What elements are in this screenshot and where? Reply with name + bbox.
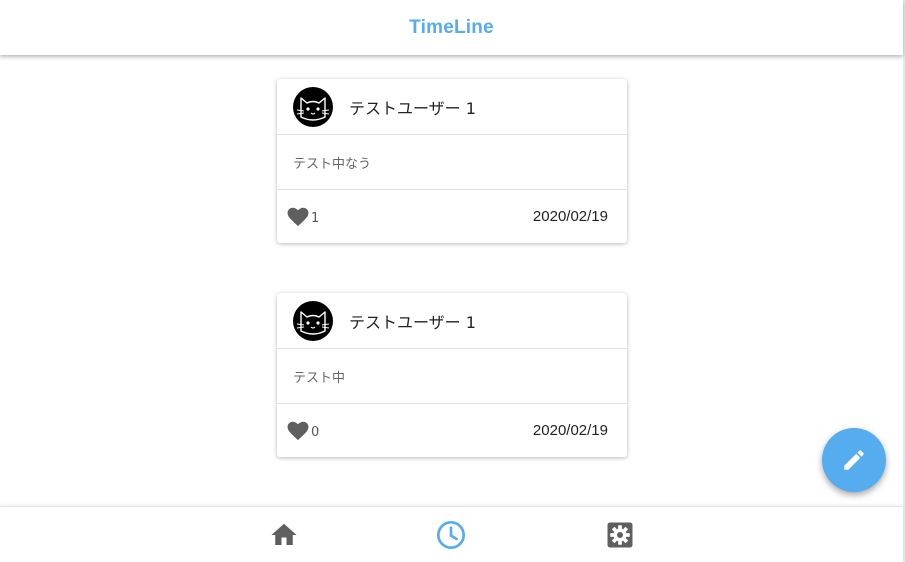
nav-home-button[interactable] <box>256 507 312 562</box>
post-username: テストユーザー 1 <box>349 98 476 118</box>
like-count: 1 <box>311 210 320 226</box>
post-date: 2020/02/19 <box>532 422 608 439</box>
gear-icon <box>607 522 633 548</box>
app-root: TimeLine テストユーザー 1 テスト中なう 1 2020/02/19 テ… <box>0 0 905 562</box>
post-card: テストユーザー 1 テスト中 0 2020/02/19 <box>277 293 627 457</box>
compose-button[interactable] <box>822 428 886 492</box>
bottom-navigation <box>0 506 903 562</box>
post-text: テスト中なう <box>293 156 372 172</box>
post-username: テストユーザー 1 <box>349 312 476 332</box>
cat-face-icon <box>296 310 330 335</box>
app-bar: TimeLine <box>0 0 903 55</box>
avatar[interactable] <box>293 86 333 127</box>
post-footer: 0 2020/02/19 <box>277 404 627 457</box>
avatar[interactable] <box>293 300 333 341</box>
page-title: TimeLine <box>409 16 494 38</box>
cat-face-icon <box>296 96 330 121</box>
like-button[interactable]: 1 <box>287 207 319 227</box>
like-count: 0 <box>311 424 320 440</box>
heart-icon <box>287 207 309 226</box>
post-text: テスト中 <box>293 370 346 386</box>
pencil-icon <box>844 450 864 470</box>
post-body: テスト中なう <box>277 135 627 190</box>
nav-timeline-button[interactable] <box>423 507 479 562</box>
like-button[interactable]: 0 <box>287 421 319 441</box>
post-header: テストユーザー 1 <box>277 293 627 349</box>
post-body: テスト中 <box>277 349 627 404</box>
timeline-feed[interactable]: テストユーザー 1 テスト中なう 1 2020/02/19 テストユーザー 1 … <box>0 55 903 506</box>
nav-settings-button[interactable] <box>592 507 648 562</box>
post-footer: 1 2020/02/19 <box>277 190 627 243</box>
home-icon <box>271 523 297 545</box>
post-date: 2020/02/19 <box>532 208 608 225</box>
post-header: テストユーザー 1 <box>277 79 627 135</box>
heart-icon <box>287 421 309 440</box>
post-card: テストユーザー 1 テスト中なう 1 2020/02/19 <box>277 79 627 243</box>
clock-icon <box>437 521 465 549</box>
